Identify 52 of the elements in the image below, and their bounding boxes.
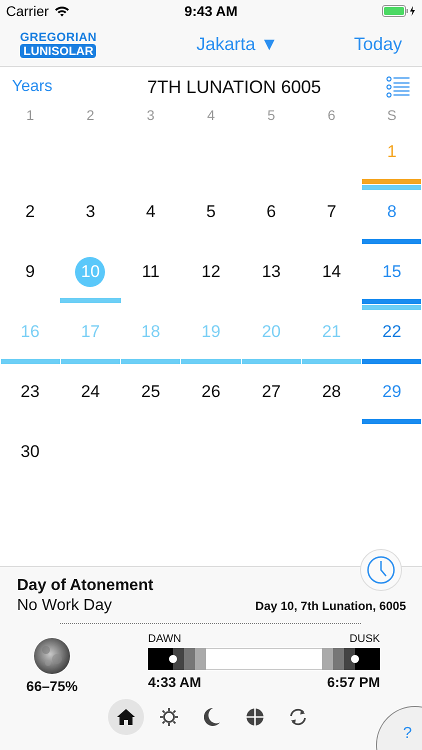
dusk-label: DUSK	[349, 633, 380, 645]
event-title: Day of Atonement	[17, 577, 154, 595]
weekday-label: 1	[26, 107, 34, 123]
calendar-day[interactable]: 28	[318, 378, 346, 406]
month-title: 7TH LUNATION 6005	[147, 76, 322, 98]
status-time: 9:43 AM	[184, 3, 238, 19]
sync-icon	[288, 708, 308, 726]
calendar-day[interactable]: 2	[16, 198, 44, 226]
wifi-icon	[54, 5, 70, 17]
weekday-label: S	[387, 107, 397, 123]
tab-button[interactable]	[108, 699, 144, 735]
weekday-label: 5	[267, 107, 276, 123]
clock-icon	[366, 555, 396, 585]
calendar-day[interactable]: 30	[16, 438, 44, 466]
weekday-label: 2	[86, 107, 94, 123]
globe-icon	[246, 708, 264, 726]
calendar-day[interactable]: 5	[196, 198, 225, 226]
moon-phase-label: 66–75%	[26, 678, 78, 694]
sun-icon	[160, 708, 178, 726]
dawn-label: DAWN	[148, 633, 182, 645]
calendar-day[interactable]: 24	[76, 378, 104, 406]
moon-icon	[33, 637, 71, 675]
calendar-day[interactable]: 12	[196, 258, 225, 286]
app-logo[interactable]: GREGORIAN LUNISOLAR	[20, 30, 97, 58]
calendar-day[interactable]: 9	[16, 258, 44, 286]
calendar-day[interactable]: 7	[318, 198, 346, 226]
weekday-label: 6	[328, 107, 336, 123]
clock-button[interactable]	[360, 549, 402, 591]
calendar-day[interactable]: 11	[136, 258, 165, 286]
calendar-day[interactable]: 22	[378, 318, 406, 346]
moon-tab-icon	[204, 708, 220, 726]
calendar-day[interactable]: 4	[136, 198, 165, 226]
calendar-day[interactable]: 14	[318, 258, 346, 286]
weekday-label: 3	[146, 107, 155, 123]
logo-text: GREGORIAN	[20, 30, 97, 44]
calendar-day[interactable]: 26	[196, 378, 225, 406]
calendar-day[interactable]: 6	[257, 198, 286, 226]
calendar-day[interactable]: 23	[16, 378, 44, 406]
calendar-day[interactable]: 3	[76, 198, 104, 226]
calendar-day[interactable]: 25	[136, 378, 165, 406]
weekday-label: 4	[207, 107, 215, 123]
list-icon[interactable]	[386, 76, 410, 98]
battery-icon	[382, 5, 416, 17]
dusk-time: 6:57 PM	[327, 674, 380, 690]
dawn-time: 4:33 AM	[148, 674, 202, 690]
calendar-day[interactable]: 27	[257, 378, 286, 406]
calendar-day[interactable]: 13	[257, 258, 286, 286]
event-note: No Work Day	[17, 597, 112, 615]
carrier-name: Carrier	[6, 3, 49, 19]
logo-label: LUNISOLAR	[20, 44, 96, 58]
home-icon	[116, 709, 134, 725]
date-label: Day 10, 7th Lunation, 6005	[255, 599, 406, 613]
